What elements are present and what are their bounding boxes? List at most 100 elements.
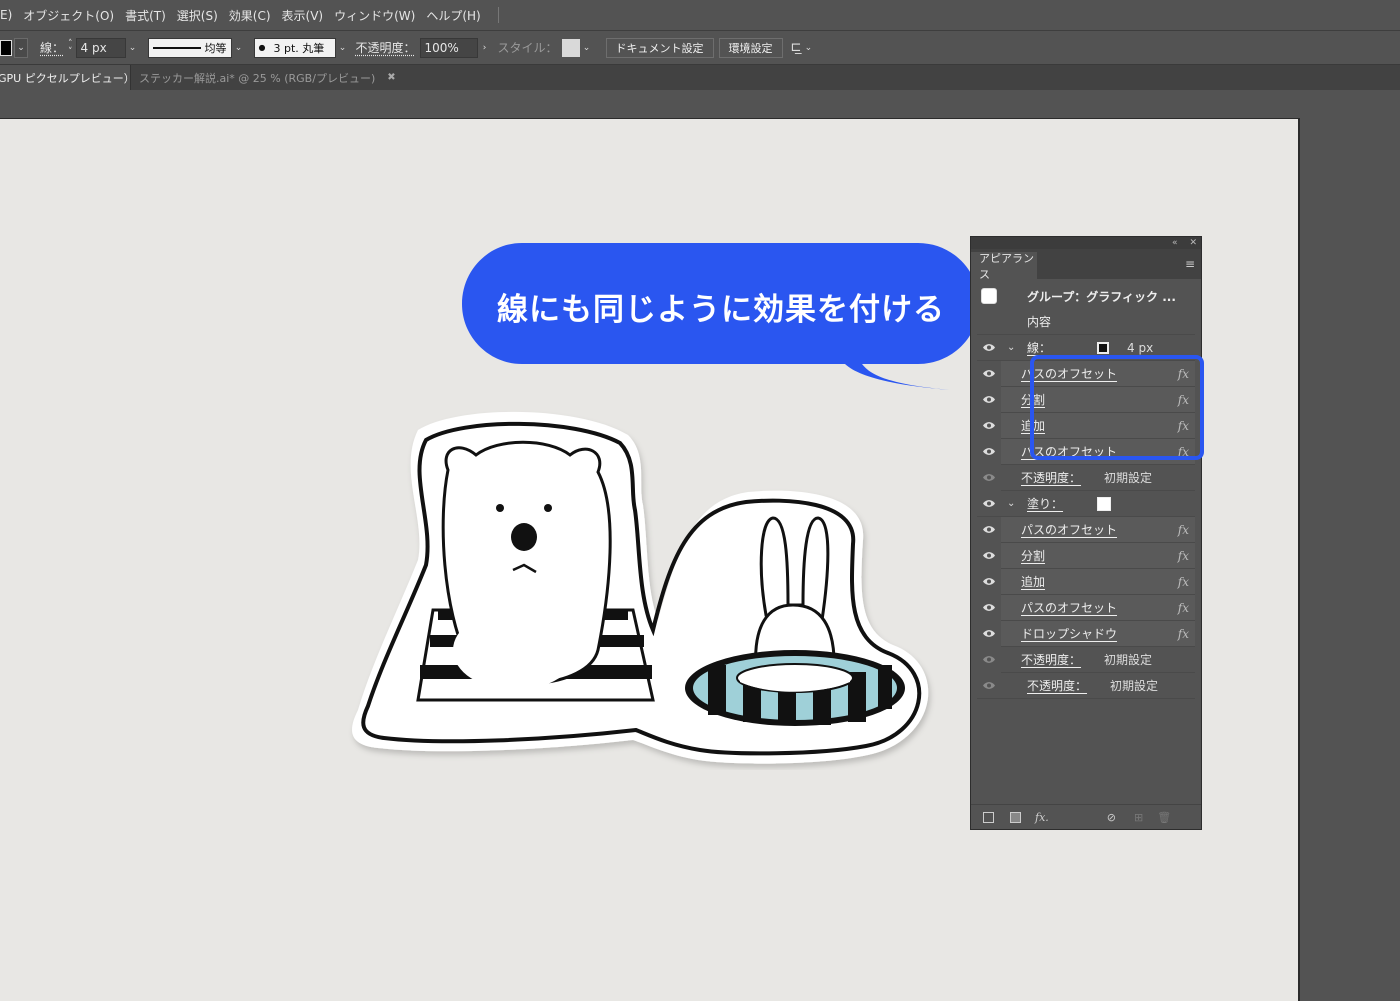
add-fill-icon[interactable] xyxy=(1010,811,1021,823)
bear-nose xyxy=(511,523,537,551)
visibility-eye-icon[interactable] xyxy=(981,368,997,380)
swim-ring xyxy=(685,650,905,726)
group-opacity-row[interactable]: 不透明度： 初期設定 xyxy=(977,673,1195,699)
tab-appearance[interactable]: アピアランス xyxy=(971,252,1037,281)
fill-effect-row[interactable]: 分割 fx xyxy=(983,543,1195,569)
stroke-label[interactable]: 線： xyxy=(1027,339,1051,356)
stroke-swatch[interactable] xyxy=(1097,341,1109,354)
menu-window[interactable]: ウィンドウ(W) xyxy=(334,7,415,24)
opacity-field[interactable]: 100% xyxy=(419,37,478,58)
brush-definition[interactable]: ● 3 pt. 丸筆 xyxy=(253,37,336,58)
stroke-weight[interactable]: 4 px xyxy=(1127,341,1153,355)
opacity-arrow[interactable]: › xyxy=(478,38,492,58)
effect-label[interactable]: パスのオフセット xyxy=(1021,521,1117,538)
stroke-stepper-icon[interactable]: ˄ ˅ xyxy=(68,39,73,56)
control-bar: ⌄ 線： ˄ ˅ 4 px ⌄ 均等 ⌄ ● 3 pt. 丸筆 ⌄ 不透明度： 1… xyxy=(0,31,1400,65)
effect-label[interactable]: パスのオフセット xyxy=(1021,599,1117,616)
close-icon[interactable]: ✖ xyxy=(387,72,395,83)
visibility-eye-icon[interactable] xyxy=(981,602,997,614)
menu-view[interactable]: 表示(V) xyxy=(282,7,324,24)
appearance-panel: « ✕ アピアランス ≡ グループ：グラフィック ... 内容 ⌄ 線： 4 p… xyxy=(970,236,1202,830)
opacity-value: 初期設定 xyxy=(1104,471,1153,485)
fill-opacity-row[interactable]: 不透明度： 初期設定 xyxy=(983,647,1195,673)
fill-effect-row[interactable]: 追加 fx xyxy=(983,569,1195,595)
fx-icon[interactable]: fx xyxy=(1178,601,1189,615)
group-row[interactable]: グループ：グラフィック ... xyxy=(977,283,1195,309)
effect-label[interactable]: 追加 xyxy=(1021,573,1045,590)
opacity-label[interactable]: 不透明度： xyxy=(1021,469,1081,486)
stroke-weight-field[interactable]: 4 px xyxy=(75,37,126,58)
effect-label[interactable]: ドロップシャドウ xyxy=(1021,625,1117,642)
fill-effect-row[interactable]: パスのオフセット fx xyxy=(983,595,1195,621)
visibility-eye-icon[interactable] xyxy=(981,680,997,692)
fill-row[interactable]: ⌄ 塗り： xyxy=(977,491,1195,517)
stroke-label[interactable]: 線： xyxy=(40,39,64,56)
panel-titlebar: « ✕ xyxy=(971,237,1201,249)
fx-icon[interactable]: fx xyxy=(1178,549,1189,563)
profile-line-icon xyxy=(152,46,201,49)
duplicate-item-icon[interactable]: ⊞ xyxy=(1134,811,1143,824)
arrange-documents-icon[interactable]: ⊏̲ xyxy=(791,40,802,55)
fx-icon[interactable]: fx xyxy=(1178,523,1189,537)
visibility-eye-icon[interactable] xyxy=(981,628,997,640)
contents-row[interactable]: 内容 xyxy=(977,309,1195,335)
highlight-box xyxy=(1030,355,1204,460)
add-stroke-icon[interactable] xyxy=(983,811,994,823)
visibility-eye-icon[interactable] xyxy=(981,394,997,406)
panel-footer: fx. ⊘ ⊞ 🗑 xyxy=(971,804,1201,829)
document-tab-bar: GPU ピクセルプレビュー） ✖ ステッカー解説.ai* @ 25 % (RGB… xyxy=(0,65,1400,90)
tab-label: GPU ピクセルプレビュー） xyxy=(0,71,135,85)
close-icon[interactable]: ✕ xyxy=(1189,238,1197,248)
stroke-weight-dropdown[interactable]: ⌄ xyxy=(126,38,140,58)
visibility-eye-icon[interactable] xyxy=(981,446,997,458)
variable-width-profile[interactable]: 均等 xyxy=(147,37,232,58)
visibility-eye-icon[interactable] xyxy=(981,654,997,666)
style-dropdown[interactable]: ⌄ xyxy=(580,38,594,58)
clear-appearance-icon[interactable]: ⊘ xyxy=(1107,811,1116,824)
style-swatch[interactable] xyxy=(561,38,580,57)
opacity-value: 初期設定 xyxy=(1110,679,1159,693)
fx-icon[interactable]: fx xyxy=(1178,627,1189,641)
visibility-eye-icon[interactable] xyxy=(981,576,997,588)
stroke-color-dropdown[interactable]: ⌄ xyxy=(14,37,28,58)
stroke-opacity-row[interactable]: 不透明度： 初期設定 xyxy=(983,465,1195,491)
document-setup-button[interactable]: ドキュメント設定 xyxy=(605,37,714,58)
brush-dropdown[interactable]: ⌄ xyxy=(336,38,350,58)
delete-item-icon[interactable]: 🗑 xyxy=(1157,811,1171,824)
preferences-button[interactable]: 環境設定 xyxy=(718,37,783,58)
visibility-eye-icon[interactable] xyxy=(981,342,997,354)
tab-sticker-doc[interactable]: ステッカー解説.ai* @ 25 % (RGB/プレビュー) ✖ xyxy=(130,65,396,90)
profile-dropdown[interactable]: ⌄ xyxy=(232,38,246,58)
style-label: スタイル： xyxy=(497,41,558,55)
chevron-down-icon[interactable]: ⌄ xyxy=(1007,342,1015,353)
fill-swatch[interactable] xyxy=(1097,496,1111,511)
collapse-icon[interactable]: « xyxy=(1172,238,1178,248)
tab-gpu-preview[interactable]: GPU ピクセルプレビュー） ✖ xyxy=(0,65,155,90)
visibility-eye-icon[interactable] xyxy=(981,472,997,484)
fill-label[interactable]: 塗り： xyxy=(1027,495,1063,512)
chevron-down-icon[interactable]: ⌄ xyxy=(1007,498,1015,509)
menu-effect[interactable]: 効果(C) xyxy=(229,7,271,24)
menu-select[interactable]: 選択(S) xyxy=(177,7,218,24)
opacity-label[interactable]: 不透明度： xyxy=(356,39,416,56)
menu-type[interactable]: 書式(T) xyxy=(125,7,166,24)
menu-help[interactable]: ヘルプ(H) xyxy=(426,7,480,24)
sticker-illustration[interactable] xyxy=(348,410,948,770)
opacity-label[interactable]: 不透明度： xyxy=(1027,677,1087,694)
opacity-label[interactable]: 不透明度： xyxy=(1021,651,1081,668)
fill-effect-row[interactable]: パスのオフセット fx xyxy=(983,517,1195,543)
menu-object[interactable]: オブジェクト(O) xyxy=(23,7,114,24)
arrange-dropdown[interactable]: ⌄ xyxy=(801,38,815,58)
fx-icon[interactable]: fx xyxy=(1178,575,1189,589)
visibility-eye-icon[interactable] xyxy=(981,524,997,536)
menu-edit[interactable]: E) xyxy=(0,8,12,22)
stroke-color-swatch[interactable] xyxy=(0,39,12,56)
effect-label[interactable]: 分割 xyxy=(1021,547,1045,564)
panel-menu-icon[interactable]: ≡ xyxy=(1185,258,1195,270)
add-effect-icon[interactable]: fx. xyxy=(1035,811,1049,824)
visibility-eye-icon[interactable] xyxy=(981,550,997,562)
fill-effect-row[interactable]: ドロップシャドウ fx xyxy=(983,621,1195,647)
visibility-eye-icon[interactable] xyxy=(981,420,997,432)
menu-divider xyxy=(497,7,499,23)
visibility-eye-icon[interactable] xyxy=(981,498,997,510)
